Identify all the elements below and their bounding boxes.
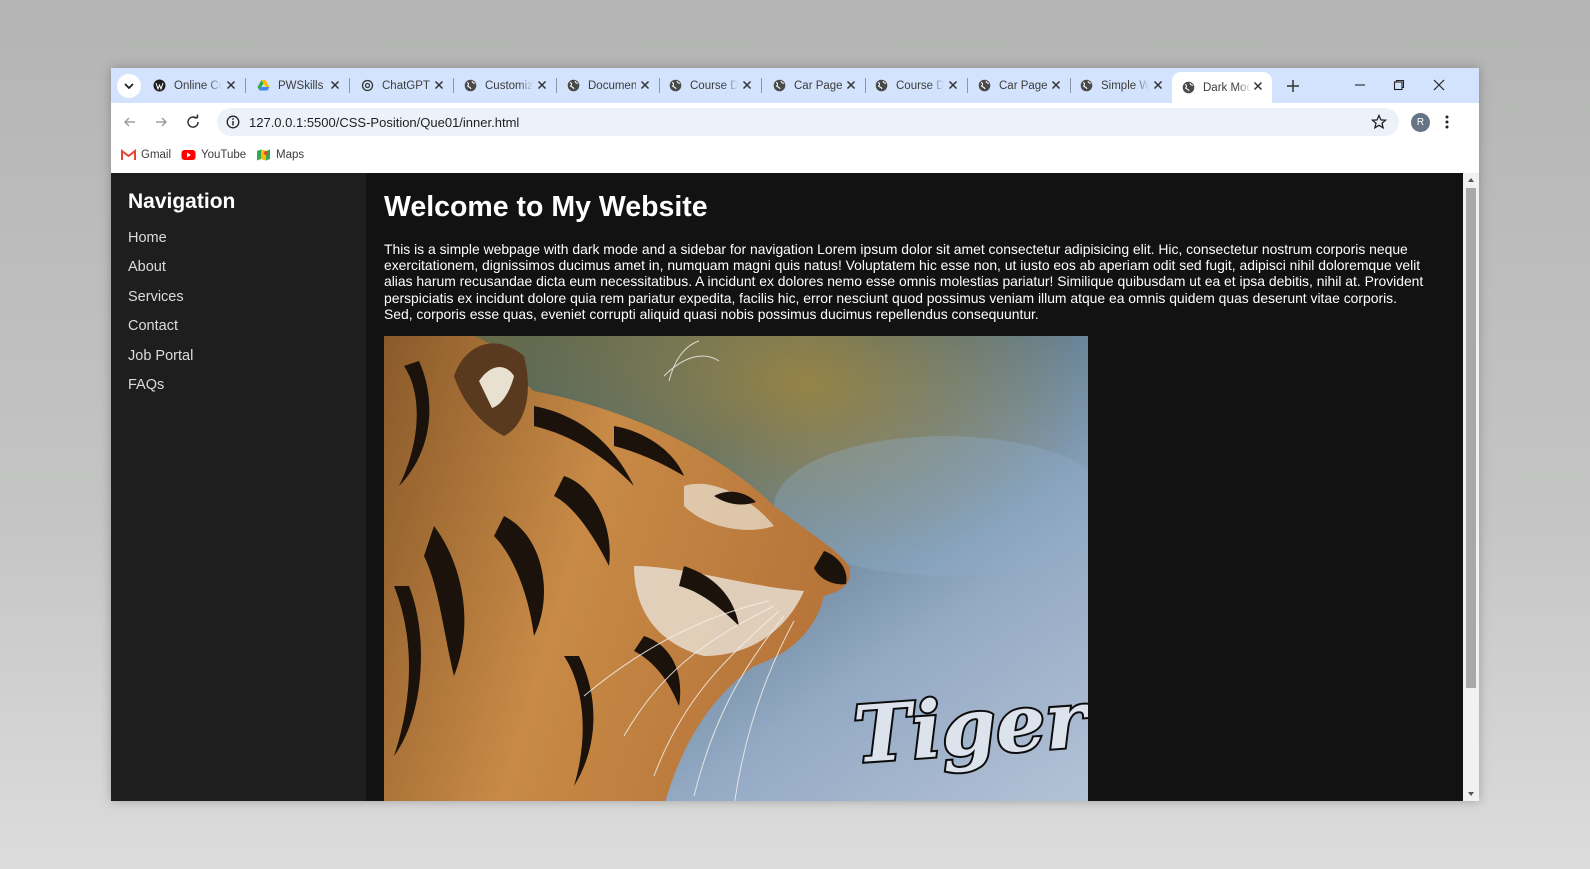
new-tab-icon[interactable] bbox=[1286, 79, 1300, 93]
tab-7[interactable]: Course Details bbox=[865, 68, 968, 103]
page-heading: Welcome to My Website bbox=[384, 191, 708, 223]
bookmark-youtube[interactable]: YouTube bbox=[181, 149, 246, 161]
tab-separator bbox=[349, 78, 350, 93]
intro-paragraph: This is a simple webpage with dark mode … bbox=[384, 241, 1424, 322]
nav-item-services[interactable]: Services bbox=[128, 289, 193, 318]
tab-title: Document bbox=[588, 79, 636, 92]
wordpress-icon bbox=[153, 79, 166, 92]
close-tab-icon[interactable] bbox=[225, 79, 237, 91]
browser-toolbar: 127.0.0.1:5500/CSS-Position/Que01/inner.… bbox=[111, 103, 1479, 141]
address-bar[interactable]: 127.0.0.1:5500/CSS-Position/Que01/inner.… bbox=[217, 108, 1399, 136]
bookmark-label: Gmail bbox=[141, 149, 172, 161]
tab-6[interactable]: Car Page bbox=[763, 68, 866, 103]
scroll-up-arrow-icon[interactable] bbox=[1467, 176, 1475, 184]
close-tab-icon[interactable] bbox=[639, 79, 651, 91]
scroll-down-arrow-icon[interactable] bbox=[1467, 790, 1475, 798]
sidebar-title: Navigation bbox=[128, 190, 236, 213]
close-tab-icon[interactable] bbox=[845, 79, 857, 91]
globe-icon bbox=[875, 79, 888, 92]
scrollbar-thumb[interactable] bbox=[1466, 188, 1476, 688]
tab-3[interactable]: Customize bbox=[454, 68, 557, 103]
close-tab-icon[interactable] bbox=[536, 79, 548, 91]
nav-item-job-portal[interactable]: Job Portal bbox=[128, 348, 193, 377]
browser-window: Online Compiler PWSkills ChatGPT Customize D… bbox=[111, 68, 1479, 801]
tab-title: Car Page bbox=[794, 79, 842, 92]
menu-icon[interactable] bbox=[1445, 114, 1449, 130]
globe-icon bbox=[567, 79, 580, 92]
tab-8[interactable]: Car Page bbox=[968, 68, 1071, 103]
tab-5[interactable]: Course Details bbox=[659, 68, 762, 103]
page-scrollbar[interactable] bbox=[1463, 173, 1479, 801]
url-text[interactable]: 127.0.0.1:5500/CSS-Position/Que01/inner.… bbox=[249, 115, 519, 130]
openai-icon bbox=[361, 79, 374, 92]
close-tab-icon[interactable] bbox=[1252, 80, 1264, 92]
chevron-down-icon bbox=[124, 83, 134, 90]
globe-icon bbox=[669, 79, 682, 92]
globe-icon bbox=[978, 79, 991, 92]
minimize-icon[interactable] bbox=[1353, 78, 1367, 92]
profile-avatar[interactable]: R bbox=[1411, 113, 1430, 132]
gmail-icon bbox=[121, 149, 136, 160]
tab-10[interactable]: Dark Mode bbox=[1172, 72, 1272, 103]
tab-title: PWSkills bbox=[278, 79, 324, 92]
tab-9[interactable]: Simple Website bbox=[1070, 68, 1172, 103]
globe-icon bbox=[773, 79, 786, 92]
nav-item-faqs[interactable]: FAQs bbox=[128, 377, 193, 406]
youtube-icon bbox=[181, 150, 196, 160]
tab-title: Online Compiler bbox=[174, 79, 222, 92]
restore-icon[interactable] bbox=[1392, 78, 1406, 92]
tab-title: Course Details bbox=[896, 79, 944, 92]
tab-separator bbox=[245, 78, 246, 93]
nav-item-contact[interactable]: Contact bbox=[128, 318, 193, 347]
tiger-logo-text: Tiger bbox=[851, 674, 1088, 781]
close-tab-icon[interactable] bbox=[1050, 79, 1062, 91]
tab-title: Customize bbox=[485, 79, 533, 92]
close-tab-icon[interactable] bbox=[433, 79, 445, 91]
close-window-icon[interactable] bbox=[1432, 78, 1446, 92]
nav-item-about[interactable]: About bbox=[128, 259, 193, 288]
tab-2[interactable]: ChatGPT bbox=[351, 68, 454, 103]
tab-4[interactable]: Document bbox=[557, 68, 660, 103]
tab-title: Car Page bbox=[999, 79, 1047, 92]
tab-title: Dark Mode bbox=[1203, 81, 1251, 94]
globe-icon bbox=[1182, 81, 1195, 94]
tab-title: Simple Website bbox=[1101, 79, 1149, 92]
tab-strip: Online Compiler PWSkills ChatGPT Customize D… bbox=[111, 68, 1479, 103]
tiger-image: Tiger bbox=[384, 336, 1088, 801]
tab-search-button[interactable] bbox=[117, 74, 141, 98]
close-tab-icon[interactable] bbox=[329, 79, 341, 91]
nav-item-home[interactable]: Home bbox=[128, 230, 193, 259]
globe-icon bbox=[1080, 79, 1093, 92]
bookmarks-bar: Gmail YouTube Maps bbox=[111, 141, 1479, 173]
sidebar: Navigation Home About Services Contact J… bbox=[111, 173, 366, 801]
back-icon[interactable] bbox=[122, 114, 138, 130]
bookmark-gmail[interactable]: Gmail bbox=[121, 149, 171, 161]
tab-title: ChatGPT bbox=[382, 79, 430, 92]
tab-title: Course Details bbox=[690, 79, 738, 92]
maps-icon bbox=[257, 149, 270, 161]
bookmark-label: YouTube bbox=[201, 149, 247, 161]
reload-icon[interactable] bbox=[185, 114, 201, 130]
bookmark-maps[interactable]: Maps bbox=[256, 149, 304, 161]
close-tab-icon[interactable] bbox=[947, 79, 959, 91]
main-content: Welcome to My Website This is a simple w… bbox=[384, 173, 1429, 322]
site-info-icon[interactable] bbox=[226, 115, 240, 129]
close-tab-icon[interactable] bbox=[1152, 79, 1164, 91]
nav-list: Home About Services Contact Job Portal F… bbox=[128, 230, 193, 406]
tab-1[interactable]: PWSkills bbox=[247, 68, 350, 103]
globe-icon bbox=[464, 79, 477, 92]
bookmark-star-icon[interactable] bbox=[1371, 114, 1387, 130]
tab-separator bbox=[761, 78, 762, 93]
forward-icon[interactable] bbox=[153, 114, 169, 130]
bookmark-label: Maps bbox=[276, 149, 305, 161]
close-tab-icon[interactable] bbox=[741, 79, 753, 91]
page-viewport: Navigation Home About Services Contact J… bbox=[111, 173, 1463, 801]
tab-0[interactable]: Online Compiler bbox=[143, 68, 246, 103]
google-drive-icon bbox=[257, 79, 270, 92]
